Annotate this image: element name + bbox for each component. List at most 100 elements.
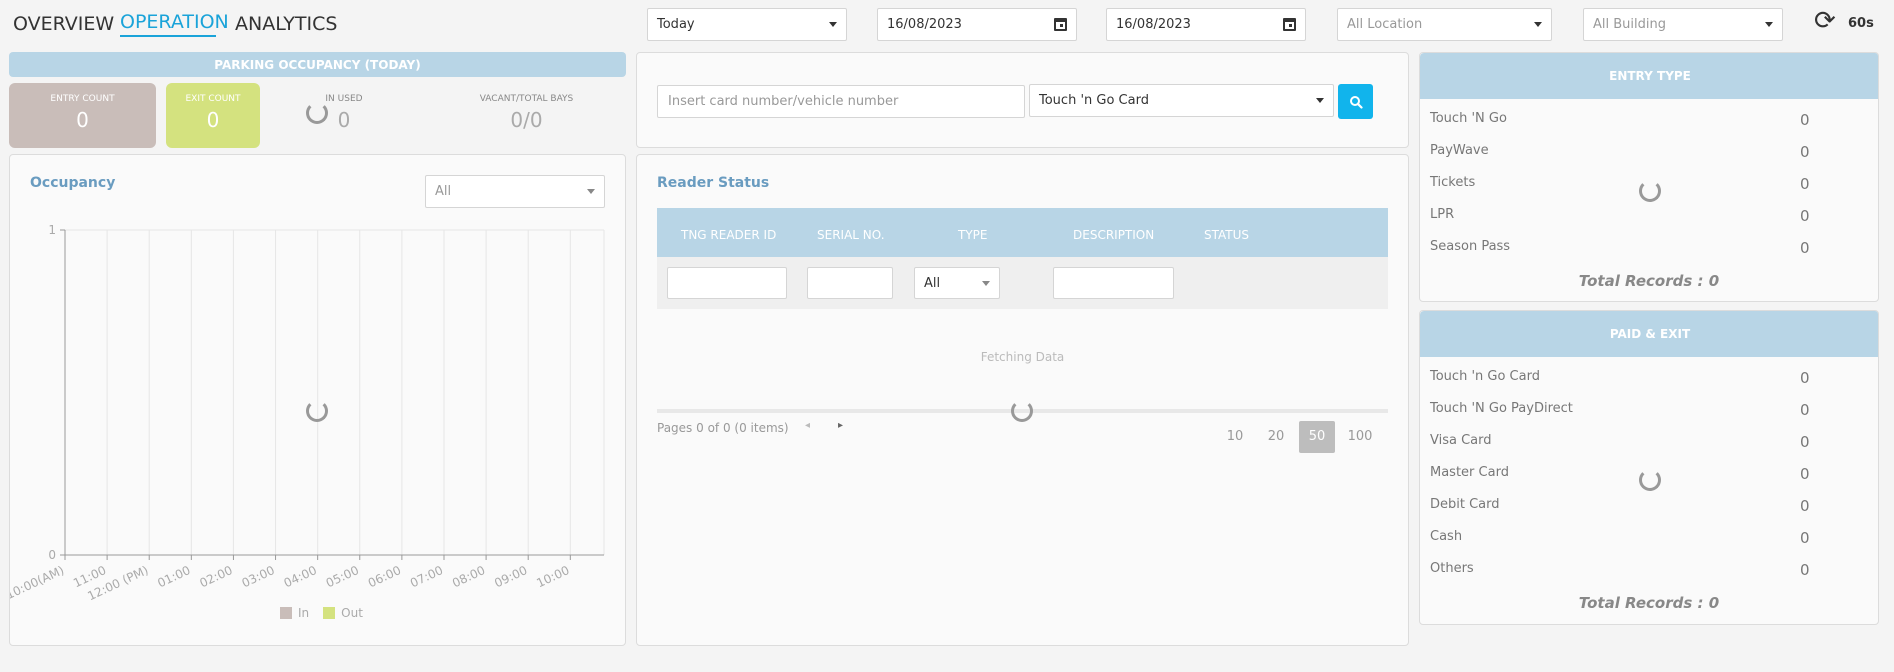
entry-count-label: ENTRY COUNT bbox=[50, 94, 115, 104]
column-header-status[interactable]: STATUS bbox=[1204, 228, 1249, 242]
breakdown-row-label: Visa Card bbox=[1430, 433, 1492, 448]
serial-no-filter-input[interactable] bbox=[807, 267, 893, 299]
search-input[interactable]: Insert card number/vehicle number bbox=[657, 85, 1025, 118]
breakdown-row-label: LPR bbox=[1430, 207, 1455, 222]
column-header-serial-no[interactable]: SERIAL NO. bbox=[817, 228, 885, 242]
vacant-bays-value: 0/0 bbox=[510, 108, 543, 132]
loading-spinner bbox=[1639, 180, 1661, 202]
building-select-value: All Building bbox=[1593, 17, 1666, 32]
exit-count-label: EXIT COUNT bbox=[185, 94, 241, 104]
pager-text: Pages 0 of 0 (0 items) bbox=[657, 421, 789, 435]
prev-page-icon[interactable]: ◂ bbox=[805, 420, 810, 431]
chart-x-tick-label: 03:00 bbox=[240, 563, 277, 590]
chart-x-tick-label: 10:00(AM) bbox=[10, 563, 66, 602]
breakdown-row-label: Debit Card bbox=[1430, 497, 1500, 512]
in-used-label: IN USED bbox=[325, 94, 363, 104]
page-size-20[interactable]: 20 bbox=[1258, 421, 1294, 453]
reader-filter-row: All bbox=[657, 257, 1388, 309]
breakdown-row-value: 0 bbox=[1800, 175, 1810, 193]
paid-exit-header: PAID & EXIT bbox=[1420, 311, 1878, 357]
vacant-bays-label: VACANT/TOTAL BAYS bbox=[479, 94, 574, 104]
chevron-down-icon bbox=[1316, 98, 1324, 103]
chart-x-tick-label: 08:00 bbox=[450, 563, 487, 590]
in-used-value: 0 bbox=[337, 108, 351, 132]
building-select[interactable]: All Building bbox=[1583, 8, 1783, 41]
page-size-50[interactable]: 50 bbox=[1299, 421, 1335, 453]
reader-id-filter-input[interactable] bbox=[667, 267, 787, 299]
card-type-select[interactable]: Touch 'n Go Card bbox=[1029, 84, 1334, 117]
paid-exit-panel: PAID & EXIT Touch 'n Go Card 0 Touch 'N Go… bbox=[1419, 310, 1879, 625]
type-filter-select[interactable]: All bbox=[914, 267, 1000, 299]
date-from-value: 16/08/2023 bbox=[887, 17, 962, 32]
breakdown-row-label: Others bbox=[1430, 561, 1474, 576]
location-select-value: All Location bbox=[1347, 17, 1423, 32]
card-type-value: Touch 'n Go Card bbox=[1039, 93, 1149, 108]
entry-type-panel: ENTRY TYPE Touch 'N Go 0 PayWave 0 Tickets 0 L… bbox=[1419, 52, 1879, 302]
reader-table-header: TNG READER ID SERIAL NO. TYPE DESCRIPTIO… bbox=[657, 208, 1388, 257]
fetching-data-text: Fetching Data bbox=[980, 350, 1065, 364]
entry-type-header: ENTRY TYPE bbox=[1420, 53, 1878, 99]
period-select[interactable]: Today bbox=[647, 8, 847, 41]
breakdown-row-label: Season Pass bbox=[1430, 239, 1511, 254]
chart-x-tick-label: 05:00 bbox=[324, 563, 361, 590]
period-select-value: Today bbox=[657, 17, 695, 32]
breakdown-row-value: 0 bbox=[1800, 529, 1810, 547]
legend-swatch-in bbox=[280, 607, 292, 619]
chart-y-tick-label: 0 bbox=[48, 548, 56, 562]
tab-analytics[interactable]: ANALYTICS bbox=[235, 13, 337, 35]
exit-count-value: 0 bbox=[206, 108, 220, 132]
exit-count-card: EXIT COUNT 0 bbox=[166, 83, 260, 148]
chart-x-tick-label: 06:00 bbox=[366, 563, 403, 590]
vacant-bays-card: VACANT/TOTAL BAYS 0/0 bbox=[430, 83, 623, 148]
page-size-100[interactable]: 100 bbox=[1340, 421, 1380, 453]
reader-status-panel: Reader Status TNG READER ID SERIAL NO. T… bbox=[636, 154, 1409, 646]
page-size-10[interactable]: 10 bbox=[1217, 421, 1253, 453]
loading-spinner bbox=[306, 400, 328, 422]
search-icon bbox=[1349, 95, 1363, 109]
search-button[interactable] bbox=[1338, 84, 1373, 119]
legend-swatch-out bbox=[323, 607, 336, 619]
loading-spinner bbox=[1639, 469, 1661, 491]
tab-overview[interactable]: OVERVIEW bbox=[13, 13, 114, 35]
legend-label-in: In bbox=[298, 606, 310, 620]
breakdown-row-value: 0 bbox=[1800, 433, 1810, 451]
breakdown-row-value: 0 bbox=[1800, 111, 1810, 129]
breakdown-row-value: 0 bbox=[1800, 497, 1810, 515]
date-from-field[interactable]: 16/08/2023 bbox=[877, 8, 1077, 41]
calendar-icon[interactable] bbox=[1283, 18, 1296, 31]
entry-count-value: 0 bbox=[76, 108, 89, 132]
column-header-type[interactable]: TYPE bbox=[958, 228, 987, 242]
search-panel: Insert card number/vehicle number Touch … bbox=[636, 52, 1409, 148]
breakdown-row-label: Tickets bbox=[1430, 175, 1476, 190]
column-header-description[interactable]: DESCRIPTION bbox=[1073, 228, 1154, 242]
paid-exit-total: Total Records : 0 bbox=[1578, 594, 1720, 612]
tab-operation[interactable]: OPERATION bbox=[120, 11, 229, 33]
chevron-down-icon bbox=[829, 22, 837, 27]
breakdown-row-value: 0 bbox=[1800, 143, 1810, 161]
column-header-reader-id[interactable]: TNG READER ID bbox=[681, 228, 776, 242]
active-tab-indicator bbox=[120, 35, 216, 37]
type-filter-value: All bbox=[924, 275, 941, 291]
date-to-field[interactable]: 16/08/2023 bbox=[1106, 8, 1306, 41]
next-page-icon[interactable]: ▸ bbox=[838, 420, 843, 431]
loading-spinner bbox=[1011, 400, 1033, 422]
location-select[interactable]: All Location bbox=[1337, 8, 1552, 41]
chevron-down-icon bbox=[982, 280, 990, 286]
calendar-icon[interactable] bbox=[1054, 18, 1067, 31]
chart-legend: In Out bbox=[280, 606, 363, 620]
chevron-down-icon bbox=[1534, 22, 1542, 27]
legend-label-out: Out bbox=[341, 606, 363, 620]
breakdown-row-value: 0 bbox=[1800, 561, 1810, 579]
breakdown-row-label: PayWave bbox=[1430, 143, 1489, 158]
parking-occupancy-header: PARKING OCCUPANCY (TODAY) bbox=[9, 52, 626, 77]
breakdown-row-value: 0 bbox=[1800, 369, 1810, 387]
chart-x-tick-label: 07:00 bbox=[408, 563, 445, 590]
breakdown-row-label: Touch 'n Go Card bbox=[1430, 369, 1540, 384]
breakdown-row-value: 0 bbox=[1800, 239, 1810, 257]
date-to-value: 16/08/2023 bbox=[1116, 17, 1191, 32]
reader-status-title: Reader Status bbox=[657, 175, 770, 191]
refresh-icon[interactable]: ⟳ bbox=[1814, 8, 1836, 34]
chart-x-tick-label: 09:00 bbox=[492, 563, 529, 590]
description-filter-input[interactable] bbox=[1053, 267, 1174, 299]
breakdown-row-label: Master Card bbox=[1430, 465, 1509, 480]
